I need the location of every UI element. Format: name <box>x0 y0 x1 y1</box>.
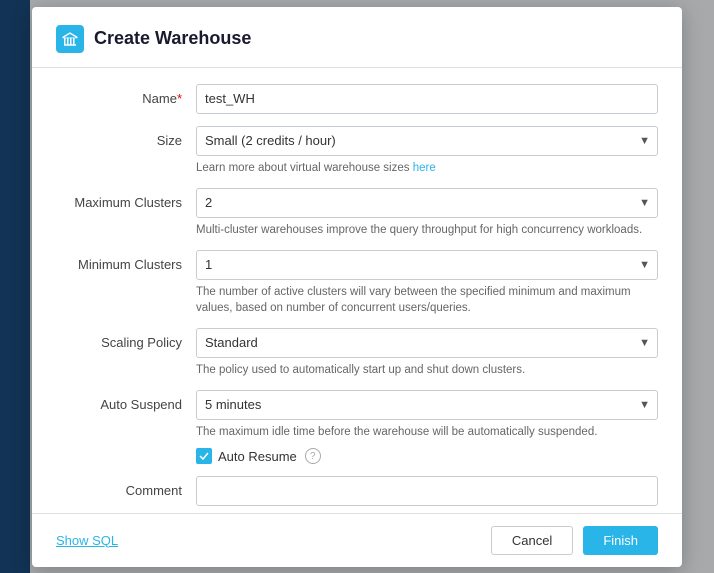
size-helper: Learn more about virtual warehouse sizes… <box>196 160 658 176</box>
min-clusters-select[interactable]: 12345 <box>196 250 658 280</box>
size-label: Size <box>56 126 196 148</box>
auto-resume-help-icon[interactable]: ? <box>305 448 321 464</box>
min-clusters-label: Minimum Clusters <box>56 250 196 272</box>
size-select[interactable]: X-Small (1 credit / hour)Small (2 credit… <box>196 126 658 156</box>
max-clusters-control-wrap: 12345678910 ▼ Multi-cluster warehouses i… <box>196 188 658 238</box>
max-clusters-helper: Multi-cluster warehouses improve the que… <box>196 222 658 238</box>
auto-suspend-control-wrap: 1 minute5 minutes10 minutes15 minutes30 … <box>196 390 658 464</box>
cancel-button[interactable]: Cancel <box>491 526 573 555</box>
max-clusters-label: Maximum Clusters <box>56 188 196 210</box>
min-clusters-select-wrap: 12345 ▼ <box>196 250 658 280</box>
auto-suspend-row: Auto Suspend 1 minute5 minutes10 minutes… <box>56 390 658 464</box>
auto-resume-row: Auto Resume ? <box>196 448 658 464</box>
footer-buttons: Cancel Finish <box>491 526 658 555</box>
min-clusters-row: Minimum Clusters 12345 ▼ The number of a… <box>56 250 658 316</box>
show-sql-button[interactable]: Show SQL <box>56 533 118 548</box>
auto-resume-checkbox[interactable] <box>196 448 212 464</box>
scaling-policy-label: Scaling Policy <box>56 328 196 350</box>
scaling-policy-select[interactable]: StandardEconomy <box>196 328 658 358</box>
comment-label: Comment <box>56 476 196 498</box>
name-label: Name* <box>56 84 196 106</box>
size-control-wrap: X-Small (1 credit / hour)Small (2 credit… <box>196 126 658 176</box>
modal-footer: Show SQL Cancel Finish <box>32 513 682 567</box>
name-control-wrap <box>196 84 658 114</box>
name-input[interactable] <box>196 84 658 114</box>
comment-row: Comment <box>56 476 658 506</box>
auto-suspend-helper: The maximum idle time before the warehou… <box>196 424 658 440</box>
scaling-policy-control-wrap: StandardEconomy ▼ The policy used to aut… <box>196 328 658 378</box>
scaling-policy-select-wrap: StandardEconomy ▼ <box>196 328 658 358</box>
max-clusters-select-wrap: 12345678910 ▼ <box>196 188 658 218</box>
size-helper-link[interactable]: here <box>413 162 436 174</box>
min-clusters-control-wrap: 12345 ▼ The number of active clusters wi… <box>196 250 658 316</box>
max-clusters-select[interactable]: 12345678910 <box>196 188 658 218</box>
max-clusters-row: Maximum Clusters 12345678910 ▼ Multi-clu… <box>56 188 658 238</box>
finish-button[interactable]: Finish <box>583 526 658 555</box>
scaling-policy-helper: The policy used to automatically start u… <box>196 362 658 378</box>
comment-input[interactable] <box>196 476 658 506</box>
auto-suspend-label: Auto Suspend <box>56 390 196 412</box>
size-select-wrap: X-Small (1 credit / hour)Small (2 credit… <box>196 126 658 156</box>
size-row: Size X-Small (1 credit / hour)Small (2 c… <box>56 126 658 176</box>
auto-resume-label: Auto Resume <box>218 449 297 464</box>
create-warehouse-modal: Create Warehouse Name* Size <box>32 7 682 567</box>
min-clusters-helper: The number of active clusters will vary … <box>196 284 658 316</box>
scaling-policy-row: Scaling Policy StandardEconomy ▼ The pol… <box>56 328 658 378</box>
name-row: Name* <box>56 84 658 114</box>
modal-body: Name* Size X-Small (1 credit / hour)Smal… <box>32 68 682 513</box>
comment-control-wrap <box>196 476 658 506</box>
auto-suspend-select-wrap: 1 minute5 minutes10 minutes15 minutes30 … <box>196 390 658 420</box>
warehouse-icon <box>56 25 84 53</box>
modal-header: Create Warehouse <box>32 7 682 68</box>
modal-title: Create Warehouse <box>94 28 251 49</box>
auto-suspend-select[interactable]: 1 minute5 minutes10 minutes15 minutes30 … <box>196 390 658 420</box>
